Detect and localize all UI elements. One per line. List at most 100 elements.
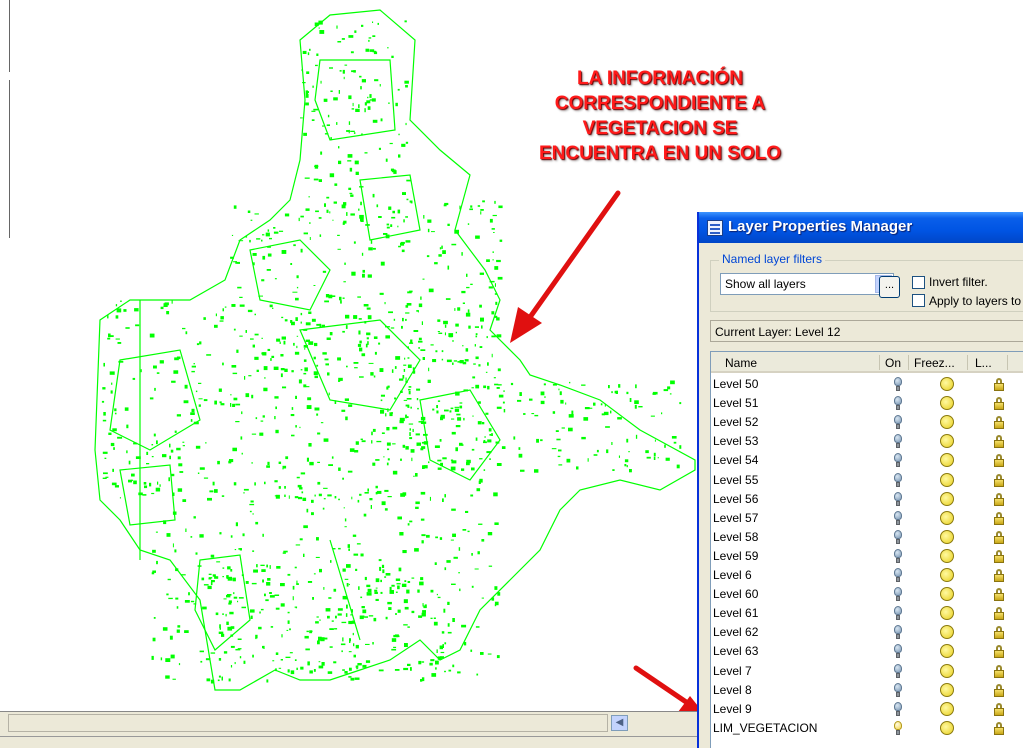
lightbulb-icon[interactable] (892, 587, 904, 602)
horizontal-scrollbar[interactable] (8, 714, 608, 732)
lightbulb-icon[interactable] (892, 548, 904, 564)
layer-row[interactable]: Level 9 (711, 700, 1023, 719)
column-lock[interactable]: L... (975, 356, 992, 370)
sun-icon[interactable] (940, 434, 954, 449)
layer-row[interactable]: Level 62 (711, 623, 1023, 642)
vegetation-patch (475, 356, 479, 360)
layer-row[interactable]: Level 51 (711, 394, 1023, 413)
unlocked-padlock-icon[interactable] (993, 664, 1005, 678)
vegetation-patch (318, 20, 323, 25)
sun-icon[interactable] (940, 682, 954, 697)
layer-row[interactable]: Level 53 (711, 432, 1023, 451)
layer-row[interactable]: Level 6 (711, 566, 1023, 585)
layer-row[interactable]: Level 56 (711, 490, 1023, 509)
sun-icon[interactable] (940, 453, 954, 468)
apply-toolbar-checkbox[interactable] (912, 294, 925, 307)
layer-row[interactable]: Level 55 (711, 471, 1023, 490)
lightbulb-icon[interactable] (892, 682, 904, 698)
sun-icon[interactable] (940, 625, 954, 640)
sun-icon[interactable] (940, 510, 954, 525)
layer-row[interactable]: Level 61 (711, 604, 1023, 623)
sun-icon[interactable] (940, 548, 954, 563)
lightbulb-icon[interactable] (892, 453, 904, 468)
unlocked-padlock-icon[interactable] (993, 607, 1005, 621)
lightbulb-icon[interactable] (892, 377, 904, 392)
sun-icon[interactable] (940, 472, 954, 487)
vegetation-patch (502, 401, 505, 404)
lightbulb-icon[interactable] (892, 415, 904, 430)
sun-icon[interactable] (940, 701, 954, 716)
unlocked-padlock-icon[interactable] (993, 492, 1005, 506)
invert-filter-checkbox[interactable] (912, 276, 925, 289)
unlocked-padlock-icon[interactable] (993, 473, 1005, 487)
unlocked-padlock-icon[interactable] (993, 454, 1005, 468)
unlocked-padlock-icon[interactable] (993, 683, 1005, 697)
lightbulb-icon[interactable] (892, 472, 904, 488)
lightbulb-icon[interactable] (892, 568, 904, 583)
layer-row[interactable]: Level 60 (711, 585, 1023, 604)
sun-icon[interactable] (940, 587, 954, 602)
column-freeze[interactable]: Freez... (914, 356, 955, 370)
unlocked-padlock-icon[interactable] (993, 530, 1005, 544)
filter-browse-button[interactable]: ... (879, 276, 900, 298)
vegetation-patch (319, 234, 322, 237)
layer-row[interactable]: Level 63 (711, 642, 1023, 661)
scroll-left-icon[interactable]: ◀ (611, 715, 628, 731)
layer-row[interactable]: Level 50 (711, 375, 1023, 394)
unlocked-padlock-icon[interactable] (993, 626, 1005, 640)
lightbulb-icon[interactable] (892, 663, 904, 679)
unlocked-padlock-icon[interactable] (993, 569, 1005, 582)
layer-list[interactable]: Name On Freez... L... Level 50 Level 51 Le… (710, 351, 1023, 748)
layer-row[interactable]: LIM_VEGETACION (711, 719, 1023, 738)
sun-icon[interactable] (940, 491, 954, 506)
lightbulb-icon[interactable] (892, 720, 904, 736)
sun-icon[interactable] (940, 377, 954, 391)
sun-icon[interactable] (940, 415, 954, 430)
layer-row[interactable]: Level 8 (711, 681, 1023, 700)
unlocked-padlock-icon[interactable] (993, 702, 1005, 716)
layer-row[interactable]: Level 59 (711, 547, 1023, 566)
unlocked-padlock-icon[interactable] (993, 416, 1005, 430)
column-name[interactable]: Name (725, 356, 757, 370)
sun-icon[interactable] (940, 606, 954, 621)
layer-row[interactable]: Level 52 (711, 413, 1023, 432)
sun-icon[interactable] (940, 529, 954, 544)
unlocked-padlock-icon[interactable] (993, 645, 1005, 659)
column-on[interactable]: On (885, 356, 901, 370)
layer-filter-select[interactable]: Show all layers ▼ (720, 273, 894, 295)
sun-icon[interactable] (940, 720, 954, 735)
vegetation-patch (278, 461, 282, 464)
vegetation-patch (264, 593, 266, 597)
layer-name: Level 51 (713, 396, 759, 411)
lightbulb-icon[interactable] (892, 529, 904, 545)
unlocked-padlock-icon[interactable] (993, 435, 1005, 449)
sun-icon[interactable] (940, 396, 954, 411)
lightbulb-icon[interactable] (892, 625, 904, 640)
lightbulb-icon[interactable] (892, 491, 904, 507)
dialog-titlebar[interactable]: Layer Properties Manager (699, 212, 1023, 243)
lightbulb-icon[interactable] (892, 644, 904, 659)
sun-icon[interactable] (940, 644, 954, 659)
layer-row[interactable]: Level 54 (711, 451, 1023, 470)
vegetation-patch (299, 538, 303, 541)
unlocked-padlock-icon[interactable] (993, 511, 1005, 525)
lightbulb-icon[interactable] (892, 701, 904, 717)
sun-icon[interactable] (940, 568, 954, 582)
unlocked-padlock-icon[interactable] (993, 721, 1005, 735)
unlocked-padlock-icon[interactable] (993, 588, 1005, 602)
vegetation-patch (348, 187, 352, 190)
unlocked-padlock-icon[interactable] (993, 378, 1005, 391)
layer-row[interactable]: Level 7 (711, 662, 1023, 681)
layer-row[interactable]: Level 58 (711, 528, 1023, 547)
lightbulb-icon[interactable] (892, 434, 904, 449)
lightbulb-icon[interactable] (892, 606, 904, 621)
vegetation-patch (104, 457, 107, 459)
lightbulb-icon[interactable] (892, 510, 904, 526)
lightbulb-icon[interactable] (892, 396, 904, 411)
vegetation-patch (303, 553, 305, 557)
unlocked-padlock-icon[interactable] (993, 549, 1005, 563)
sun-icon[interactable] (940, 663, 954, 678)
unlocked-padlock-icon[interactable] (993, 397, 1005, 411)
layer-row[interactable]: Level 57 (711, 509, 1023, 528)
vegetation-patch (420, 491, 426, 495)
